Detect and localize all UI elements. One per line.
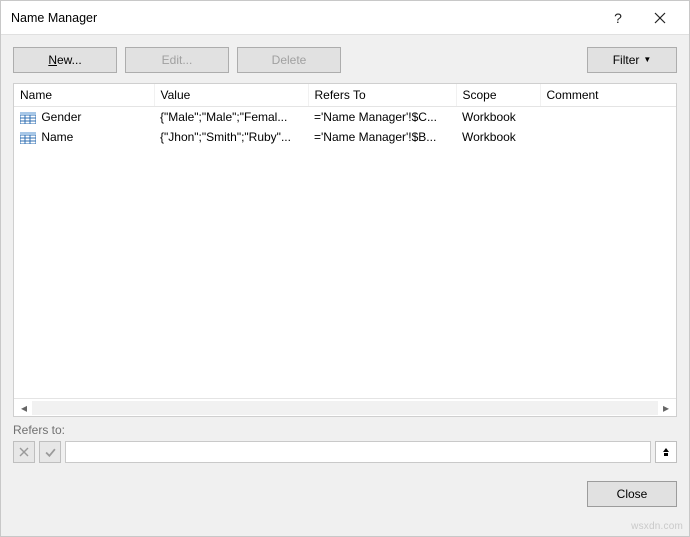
cell-name: Name <box>41 130 73 144</box>
names-table: Name Value Refers To Scope Comment Gende… <box>14 84 676 147</box>
scroll-track[interactable] <box>32 401 658 415</box>
collapse-icon <box>661 447 671 457</box>
column-header-row[interactable]: Name Value Refers To Scope Comment <box>14 84 676 107</box>
close-button[interactable]: Close <box>587 481 677 507</box>
watermark: wsxdn.com <box>631 521 683 532</box>
refers-to-row <box>1 441 689 467</box>
scroll-left-icon[interactable]: ◂ <box>16 401 32 415</box>
check-icon <box>45 447 56 458</box>
named-range-icon <box>20 132 36 144</box>
table-row[interactable]: Name {"Jhon";"Smith";"Ruby"... ='Name Ma… <box>14 127 676 147</box>
col-header-name[interactable]: Name <box>14 84 154 107</box>
cell-scope: Workbook <box>456 127 540 147</box>
cell-comment <box>540 107 676 128</box>
cell-value: {"Male";"Male";"Femal... <box>154 107 308 128</box>
scroll-right-icon[interactable]: ▸ <box>658 401 674 415</box>
named-range-icon <box>20 112 36 124</box>
names-list: Name Value Refers To Scope Comment Gende… <box>13 83 677 417</box>
chevron-down-icon: ▼ <box>643 55 651 64</box>
delete-button[interactable]: Delete <box>237 47 341 73</box>
col-header-value[interactable]: Value <box>154 84 308 107</box>
col-header-scope[interactable]: Scope <box>456 84 540 107</box>
cell-name: Gender <box>41 110 81 124</box>
edit-button[interactable]: Edit... <box>125 47 229 73</box>
dialog-footer: Close <box>1 467 689 521</box>
name-manager-dialog: Name Manager ? New... Edit... Delete Fil… <box>0 0 690 537</box>
titlebar-close-button[interactable] <box>639 2 681 34</box>
filter-button[interactable]: Filter▼ <box>587 47 677 73</box>
horizontal-scrollbar[interactable]: ◂ ▸ <box>14 398 676 416</box>
close-icon <box>654 12 666 24</box>
dialog-title: Name Manager <box>11 11 597 25</box>
refers-to-input[interactable] <box>65 441 651 463</box>
cancel-ref-button[interactable] <box>13 441 35 463</box>
cell-comment <box>540 127 676 147</box>
help-button[interactable]: ? <box>597 2 639 34</box>
col-header-refers[interactable]: Refers To <box>308 84 456 107</box>
accept-ref-button[interactable] <box>39 441 61 463</box>
cell-scope: Workbook <box>456 107 540 128</box>
titlebar: Name Manager ? <box>1 1 689 35</box>
cell-refers: ='Name Manager'!$B... <box>308 127 456 147</box>
cell-value: {"Jhon";"Smith";"Ruby"... <box>154 127 308 147</box>
col-header-comment[interactable]: Comment <box>540 84 676 107</box>
table-row[interactable]: Gender {"Male";"Male";"Femal... ='Name M… <box>14 107 676 128</box>
collapse-dialog-button[interactable] <box>655 441 677 463</box>
toolbar: New... Edit... Delete Filter▼ <box>1 35 689 83</box>
new-button[interactable]: New... <box>13 47 117 73</box>
x-icon <box>19 447 29 457</box>
refers-to-label: Refers to: <box>1 417 689 441</box>
cell-refers: ='Name Manager'!$C... <box>308 107 456 128</box>
